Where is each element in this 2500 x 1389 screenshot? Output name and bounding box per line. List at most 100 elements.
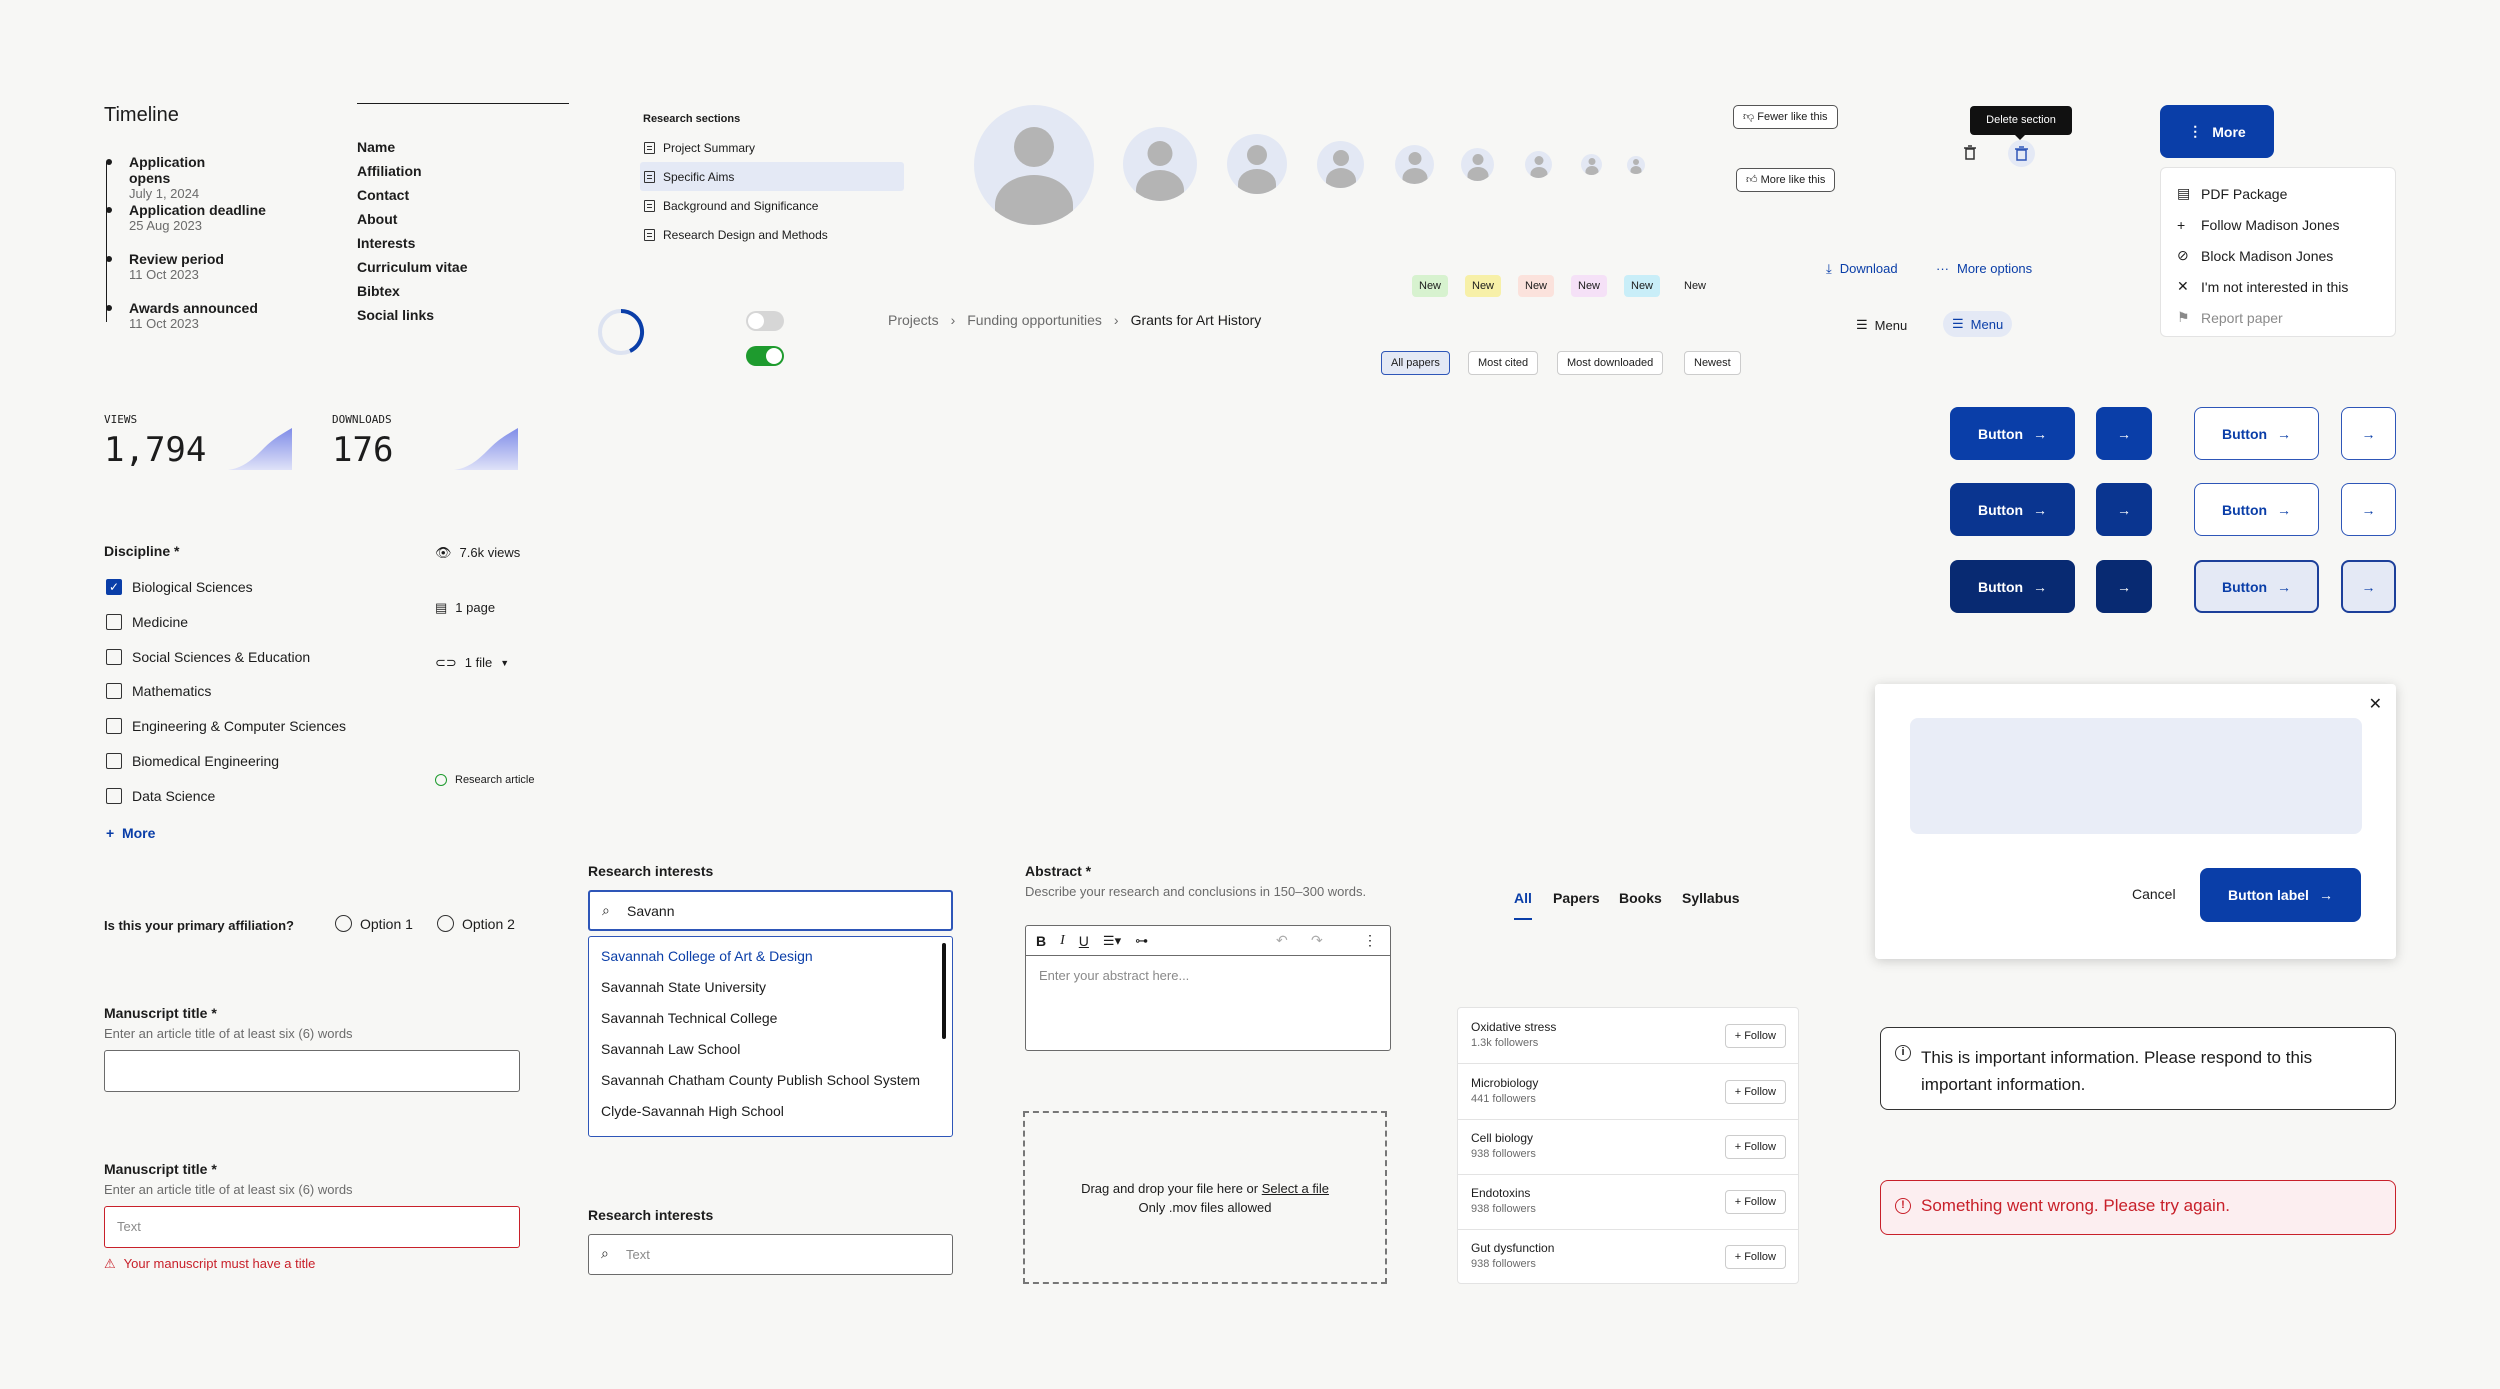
primary-icon-button[interactable]: → <box>2096 407 2152 460</box>
radio-option-1[interactable]: Option 1 <box>335 915 413 932</box>
nav-item-contact[interactable]: Contact <box>357 183 467 207</box>
more-like-this-button[interactable]: 👍︎ More like this <box>1736 168 1836 192</box>
primary-button[interactable]: Button → <box>1950 407 2075 460</box>
link-icon[interactable]: ⊶ <box>1135 933 1148 949</box>
follow-button[interactable]: + Follow <box>1724 1135 1786 1159</box>
outline-icon-button[interactable]: → <box>2341 407 2396 460</box>
breadcrumb-item[interactable]: Projects <box>888 312 939 328</box>
follow-button[interactable]: + Follow <box>1724 1190 1786 1214</box>
menu-item-not-interested[interactable]: ✕ I'm not interested in this <box>2177 271 2379 302</box>
menu-item-follow[interactable]: + Follow Madison Jones <box>2177 209 2379 240</box>
dropdown-option[interactable]: Clyde-Savannah High School <box>589 1096 952 1127</box>
menu-item-report[interactable]: ⚑ Report paper <box>2177 302 2379 333</box>
underline-icon[interactable]: U <box>1079 933 1089 949</box>
download-link[interactable]: ⤓ Download <box>1826 261 1898 277</box>
radio-option-2[interactable]: Option 2 <box>437 915 515 932</box>
fewer-like-this-button[interactable]: 👎︎ Fewer like this <box>1733 105 1838 129</box>
nav-item-interests[interactable]: Interests <box>357 231 467 255</box>
nav-item-cv[interactable]: Curriculum vitae <box>357 255 467 279</box>
abstract-textarea[interactable]: Enter your abstract here... <box>1026 958 1390 1050</box>
section-item[interactable]: Background and Significance <box>640 191 904 220</box>
menu-item-pdf[interactable]: ▤ PDF Package <box>2177 178 2379 209</box>
outline-button-pressed[interactable]: Button → <box>2194 560 2319 613</box>
nav-item-about[interactable]: About <box>357 207 467 231</box>
radio[interactable] <box>437 915 454 932</box>
nav-item-social[interactable]: Social links <box>357 303 467 327</box>
outline-icon-button-hover[interactable]: → <box>2341 483 2396 536</box>
primary-button-pressed[interactable]: Button → <box>1950 560 2075 613</box>
tab-books[interactable]: Books <box>1619 890 1662 906</box>
checkbox[interactable] <box>106 753 122 769</box>
checkbox-medicine[interactable]: Medicine <box>106 614 188 630</box>
checkbox[interactable] <box>106 683 122 699</box>
primary-icon-button-pressed[interactable]: → <box>2096 560 2152 613</box>
primary-icon-button-hover[interactable]: → <box>2096 483 2152 536</box>
filter-newest[interactable]: Newest <box>1684 351 1741 375</box>
section-item[interactable]: Project Summary <box>640 133 904 162</box>
checkbox[interactable] <box>106 614 122 630</box>
toggle-on[interactable] <box>746 346 784 366</box>
tab-syllabus[interactable]: Syllabus <box>1682 890 1740 906</box>
research-interests-input[interactable]: ⌕ Savann <box>588 890 953 931</box>
scrollbar[interactable] <box>942 943 946 1039</box>
section-item[interactable]: Research Design and Methods <box>640 220 904 249</box>
list-icon[interactable]: ☰▾ <box>1103 933 1121 949</box>
outline-button-hover[interactable]: Button → <box>2194 483 2319 536</box>
nav-item-affiliation[interactable]: Affiliation <box>357 159 467 183</box>
nav-item-bibtex[interactable]: Bibtex <box>357 279 467 303</box>
nav-item-name[interactable]: Name <box>357 135 467 159</box>
dropdown-option[interactable]: Savannah Technical College <box>589 1003 952 1034</box>
dropdown-option[interactable]: Savannah State University <box>589 972 952 1003</box>
more-vertical-icon[interactable]: ⋮ <box>1363 932 1377 949</box>
filter-most-cited[interactable]: Most cited <box>1468 351 1539 375</box>
checkbox[interactable] <box>106 788 122 804</box>
menu-button-active[interactable]: ☰ Menu <box>1943 311 2013 337</box>
menu-item-block[interactable]: ⊘ Block Madison Jones <box>2177 240 2379 271</box>
dropdown-option[interactable]: Savannah Chatham County Publish School S… <box>589 1065 952 1096</box>
research-interests-input[interactable]: ⌕ Text <box>588 1234 953 1275</box>
checkbox[interactable] <box>106 718 122 734</box>
more-button[interactable]: ⋮ More <box>2160 105 2274 158</box>
manuscript-title-input-error[interactable]: Text <box>104 1206 520 1248</box>
trash-icon[interactable] <box>1962 144 1978 162</box>
follow-button[interactable]: + Follow <box>1724 1024 1786 1048</box>
dialog-primary-button[interactable]: Button label → <box>2200 868 2361 922</box>
checkbox-biological-sciences[interactable]: ✓ Biological Sciences <box>106 579 253 595</box>
follow-button[interactable]: + Follow <box>1724 1245 1786 1269</box>
checkbox-data-science[interactable]: Data Science <box>106 788 215 804</box>
tab-all[interactable]: All <box>1514 890 1532 920</box>
file-dropzone[interactable]: Drag and drop your file here or Select a… <box>1023 1111 1387 1284</box>
tab-papers[interactable]: Papers <box>1553 890 1600 906</box>
section-item-active[interactable]: Specific Aims <box>640 162 904 191</box>
outline-button[interactable]: Button → <box>2194 407 2319 460</box>
primary-button-hover[interactable]: Button → <box>1950 483 2075 536</box>
checkbox-checked[interactable]: ✓ <box>106 579 122 595</box>
close-icon[interactable]: ✕ <box>2369 694 2382 714</box>
redo-icon[interactable]: ↷ <box>1311 932 1323 949</box>
checkbox-biomedical[interactable]: Biomedical Engineering <box>106 753 279 769</box>
cancel-button[interactable]: Cancel <box>2132 886 2176 902</box>
more-options-link[interactable]: ··· More options <box>1936 261 2032 276</box>
files-meta[interactable]: ⊂⊃ 1 file ▼ <box>435 655 509 671</box>
bold-icon[interactable]: B <box>1036 933 1046 949</box>
checkbox-engineering[interactable]: Engineering & Computer Sciences <box>106 718 346 734</box>
toggle-off[interactable] <box>746 311 784 331</box>
trash-icon-active[interactable] <box>2008 140 2035 167</box>
breadcrumb-item[interactable]: Funding opportunities <box>967 312 1102 328</box>
filter-all-papers[interactable]: All papers <box>1381 351 1450 375</box>
more-disciplines-link[interactable]: + More <box>106 825 155 841</box>
undo-icon[interactable]: ↶ <box>1276 932 1288 949</box>
filter-most-downloaded[interactable]: Most downloaded <box>1557 351 1664 375</box>
dropdown-option[interactable]: Savannah Law School <box>589 1034 952 1065</box>
outline-icon-button-pressed[interactable]: → <box>2341 560 2396 613</box>
radio[interactable] <box>335 915 352 932</box>
italic-icon[interactable]: I <box>1060 933 1065 949</box>
manuscript-title-input[interactable] <box>104 1050 520 1092</box>
menu-button[interactable]: ☰ Menu <box>1856 317 1907 333</box>
follow-button[interactable]: + Follow <box>1724 1080 1786 1104</box>
checkbox-social-sciences[interactable]: Social Sciences & Education <box>106 649 310 665</box>
checkbox-mathematics[interactable]: Mathematics <box>106 683 211 699</box>
select-file-link[interactable]: Select a file <box>1262 1181 1329 1196</box>
checkbox[interactable] <box>106 649 122 665</box>
dropdown-option[interactable]: Savannah College of Art & Design <box>589 941 952 972</box>
